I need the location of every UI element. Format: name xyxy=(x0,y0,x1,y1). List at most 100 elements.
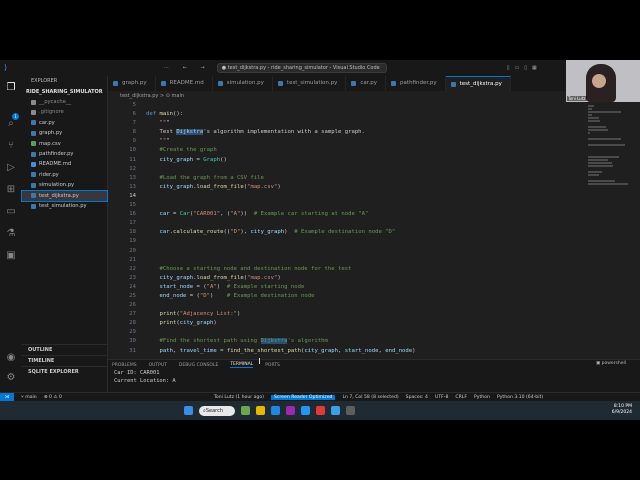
panel-tab[interactable]: DEBUG CONSOLE xyxy=(179,363,218,368)
layout-controls-icon[interactable]: ▯▭▯▦ xyxy=(507,65,542,71)
code-line[interactable]: 13 #Load the graph from a CSV file xyxy=(108,174,588,183)
code-editor[interactable]: 5 6 def main(): 7 """ 8 Test Dijkstra's algo… xyxy=(108,101,588,359)
remote-explorer-icon[interactable]: ▭ xyxy=(5,206,17,218)
line-number: 7 xyxy=(132,120,136,127)
file-item[interactable]: graph.py xyxy=(22,128,107,138)
file-item[interactable]: .gitignore xyxy=(22,107,107,117)
code-line[interactable]: 12 xyxy=(108,165,588,174)
file-item[interactable]: README.md xyxy=(22,159,107,169)
file-item[interactable]: test_dijkstra.py xyxy=(21,189,108,202)
system-clock[interactable]: 8:10 PM 6/9/2024 xyxy=(612,404,632,416)
minimap[interactable] xyxy=(588,101,634,185)
code-line[interactable]: 25 end_node = ("D") # Example destinatio… xyxy=(108,292,588,301)
code-line[interactable]: 17 xyxy=(108,219,588,228)
file-icon xyxy=(31,203,36,209)
line-ending[interactable]: CRLF xyxy=(455,395,467,400)
explorer-icon[interactable]: ❐ xyxy=(5,82,17,94)
code-line[interactable]: 31 path, travel_time = find_the_shortest… xyxy=(108,347,588,356)
nav-back-forward-icon[interactable]: ← → xyxy=(183,65,211,71)
cursor-position[interactable]: Ln 7, Col 58 (8 selected) xyxy=(342,395,398,400)
screen-reader-status[interactable]: Screen Reader Optimized xyxy=(270,394,336,400)
file-item[interactable]: test_simulation.py xyxy=(22,201,107,211)
git-blame[interactable]: Toni Lutz (1 hour ago) xyxy=(214,395,264,400)
app-gray-icon[interactable] xyxy=(346,406,355,415)
code-line[interactable]: 26 xyxy=(108,301,588,310)
terminal-output[interactable]: Car ID: CAR001 Current Location: A xyxy=(108,370,640,385)
app-red-icon[interactable] xyxy=(316,406,325,415)
settings-gear-icon[interactable]: ⚙ xyxy=(5,372,17,384)
testing-icon[interactable]: ⚗ xyxy=(5,228,17,240)
code-line[interactable]: 24 start_node = ("A") # Example starting… xyxy=(108,283,588,292)
git-branch[interactable]: ⑂ main xyxy=(21,394,37,400)
encoding[interactable]: UTF-8 xyxy=(435,395,448,400)
code-line[interactable]: 22 #Choose a starting node and destinati… xyxy=(108,265,588,274)
panel-tab[interactable]: PORTS xyxy=(265,363,280,368)
menu-more-icon[interactable]: ··· xyxy=(164,65,169,71)
panel-tab[interactable]: OUTPUT xyxy=(149,363,167,368)
language-mode[interactable]: Python xyxy=(474,395,490,400)
mail-icon[interactable] xyxy=(301,406,310,415)
code-line[interactable]: 13 city_graph.load_from_file("map.csv") xyxy=(108,183,588,192)
account-icon[interactable]: ◉ xyxy=(5,352,17,364)
code-line[interactable]: 23 city_graph.load_from_file("map.csv") xyxy=(108,274,588,283)
code-line[interactable]: 20 xyxy=(108,247,588,256)
file-item[interactable]: __pycache__ xyxy=(22,97,107,107)
code-line[interactable]: 29 xyxy=(108,328,588,337)
database-icon[interactable]: ▣ xyxy=(5,250,17,262)
panel-tab[interactable]: PROBLEMS xyxy=(112,363,137,368)
taskbar-search[interactable]: ⌕ Search xyxy=(199,405,235,416)
code-line[interactable]: 28 print(city_graph) xyxy=(108,319,588,328)
file-name: __pycache__ xyxy=(39,99,72,105)
start-icon[interactable] xyxy=(184,406,193,415)
editor-tab[interactable]: README.md xyxy=(156,76,213,91)
code-line[interactable]: 14 xyxy=(108,192,588,201)
file-item[interactable]: rider.py xyxy=(22,170,107,180)
windows-taskbar: ⌕ Search 8:10 PM 6/9/2024 xyxy=(0,401,640,420)
code-line[interactable]: 10 #Create the graph xyxy=(108,146,588,155)
vscode-taskbar-icon[interactable] xyxy=(331,406,340,415)
file-item[interactable]: simulation.py xyxy=(22,180,107,190)
code-line[interactable]: 16 car = Car("CAR001", ("A")) # Example … xyxy=(108,210,588,219)
file-item[interactable]: map.csv xyxy=(22,139,107,149)
code-line[interactable]: 27 print("Adjacency List:") xyxy=(108,310,588,319)
editor-tab[interactable]: graph.py xyxy=(108,76,156,91)
code-line[interactable]: 7 """ xyxy=(108,119,588,128)
sqlite-explorer-section[interactable]: SQLITE EXPLORER xyxy=(22,366,108,377)
taskview-icon[interactable] xyxy=(241,406,250,415)
python-interpreter[interactable]: Python 3.10 (64-bit) xyxy=(497,395,543,400)
editor-tab[interactable]: test_dijkstra.py xyxy=(445,76,511,91)
code-line[interactable]: 11 city_graph = Graph() xyxy=(108,156,588,165)
terminal-shell-label[interactable]: ▣ powershell xyxy=(596,361,626,366)
edge-icon[interactable] xyxy=(271,406,280,415)
file-item[interactable]: pathfinder.py xyxy=(22,149,107,159)
code-line[interactable]: 19 xyxy=(108,237,588,246)
extensions-icon[interactable]: ⊞ xyxy=(5,184,17,196)
code-line[interactable]: 15 xyxy=(108,201,588,210)
project-folder[interactable]: RIDE_SHARING_SIMULATOR xyxy=(22,87,107,97)
code-line[interactable]: 8 Test Dijkstra's algorithm implementati… xyxy=(108,128,588,137)
source-control-icon[interactable]: ⑂ xyxy=(5,140,17,152)
code-line[interactable]: 30 #Find the shortest path using Dijkstr… xyxy=(108,337,588,346)
editor-tab[interactable]: simulation.py xyxy=(213,76,273,91)
code-line[interactable]: 5 xyxy=(108,101,588,110)
search-icon[interactable]: ⌕ xyxy=(5,118,17,130)
code-line[interactable]: 21 xyxy=(108,256,588,265)
panel-tab[interactable]: TERMINAL xyxy=(230,362,254,368)
file-item[interactable]: car.py xyxy=(22,118,107,128)
editor-tab[interactable]: car.py xyxy=(346,76,387,91)
editor-tab[interactable]: test_simulation.py xyxy=(273,76,347,91)
outline-section[interactable]: OUTLINE xyxy=(22,344,108,355)
problems-count[interactable]: ⊗ 0 ⚠ 0 xyxy=(44,395,62,400)
editor-tab[interactable]: pathfinder.py xyxy=(386,76,446,91)
timeline-section[interactable]: TIMELINE xyxy=(22,355,108,366)
store-icon[interactable] xyxy=(286,406,295,415)
minimap-line xyxy=(588,180,615,182)
code-line[interactable]: 18 car.calculate_route(("D"), city_graph… xyxy=(108,228,588,237)
code-line[interactable]: 6 def main(): xyxy=(108,110,588,119)
indentation[interactable]: Spaces: 4 xyxy=(406,395,428,400)
code-line[interactable]: 9 """ xyxy=(108,137,588,146)
command-center-search[interactable]: ● test_dijkstra.py - ride_sharing_simula… xyxy=(216,63,387,73)
file-explorer-icon[interactable] xyxy=(256,406,265,415)
breadcrumb[interactable]: test_dijkstra.py > ⊙ main xyxy=(108,91,640,101)
run-debug-icon[interactable]: ▷ xyxy=(5,162,17,174)
